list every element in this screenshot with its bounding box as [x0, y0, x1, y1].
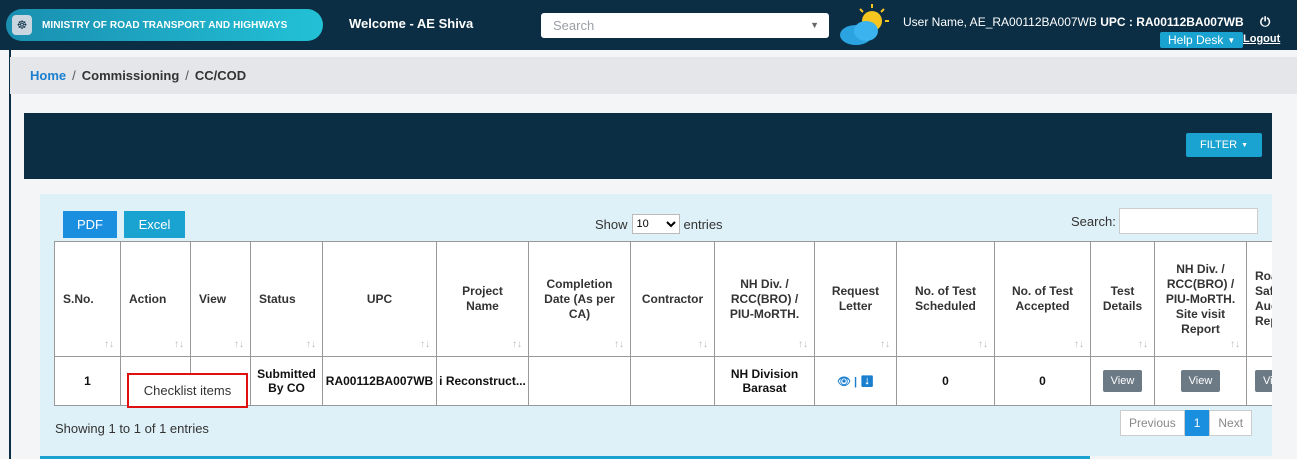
table-header-row: S.No. ↑↓ Action ↑↓ View ↑↓ Status ↑↓ UPC ↑↓ P… — [54, 241, 1272, 357]
col-project-name[interactable]: Project Name ↑↓ — [436, 241, 529, 357]
cell-request-letter: 👁 | ⬇ — [814, 356, 897, 406]
national-emblem-icon: ☸ — [12, 15, 32, 35]
helpdesk-label: Help Desk — [1168, 33, 1224, 47]
upc-code: UPC : RA00112BA007WB — [1100, 15, 1244, 29]
filter-button[interactable]: FILTER ▼ — [1186, 133, 1262, 157]
sort-icon[interactable]: ↑↓ — [798, 339, 808, 350]
site-visit-view-button[interactable]: View — [1180, 370, 1221, 392]
breadcrumb-commissioning: Commissioning — [81, 68, 180, 83]
col-view[interactable]: View ↑↓ — [190, 241, 251, 357]
previous-button[interactable]: Previous — [1120, 410, 1185, 436]
filter-label: FILTER — [1199, 139, 1238, 151]
excel-export-button[interactable]: Excel — [124, 211, 185, 238]
sort-icon[interactable]: ↑↓ — [1074, 339, 1084, 350]
sort-icon[interactable]: ↑↓ — [880, 339, 890, 350]
breadcrumb-home[interactable]: Home — [30, 68, 66, 83]
col-upc[interactable]: UPC ↑↓ — [322, 241, 437, 357]
sort-icon[interactable]: ↑↓ — [978, 339, 988, 350]
cell-status: Submitted By CO — [250, 356, 323, 406]
col-road-safety-audit[interactable]: Road Safety Audit Report — [1246, 241, 1272, 357]
page-1-button[interactable]: 1 — [1184, 410, 1210, 436]
caret-down-icon: ▼ — [1241, 141, 1248, 149]
cell-nh-division: NH Division Barasat — [714, 356, 815, 406]
breadcrumb-cc-cod: CC/COD — [194, 68, 247, 83]
col-request-letter[interactable]: Request Letter ↑↓ — [814, 241, 897, 357]
col-site-visit-report[interactable]: NH Div. / RCC(BRO) / PIU-MoRTH. Site vis… — [1154, 241, 1247, 357]
cell-upc: RA00112BA007WB — [322, 356, 437, 406]
user-name: User Name, AE_RA00112BA007WB — [903, 15, 1097, 29]
cell-site-visit-report: View — [1154, 356, 1247, 406]
entries-label: entries — [683, 216, 723, 232]
welcome-text: Welcome - AE Shiva — [349, 16, 474, 31]
col-tests-scheduled[interactable]: No. of Test Scheduled ↑↓ — [896, 241, 995, 357]
ministry-name: MINISTRY OF ROAD TRANSPORT AND HIGHWAYS — [42, 19, 288, 31]
table-search-label: Search: — [1071, 214, 1116, 229]
cell-test-details: View — [1090, 356, 1155, 406]
helpdesk-button[interactable]: Help Desk ▼ — [1160, 32, 1244, 48]
col-nh-division[interactable]: NH Div. / RCC(BRO) / PIU-MoRTH. ↑↓ — [714, 241, 815, 357]
cell-tests-accepted: 0 — [994, 356, 1091, 406]
col-action[interactable]: Action ↑↓ — [120, 241, 191, 357]
col-test-details[interactable]: Test Details ↑↓ — [1090, 241, 1155, 357]
breadcrumb-separator: / — [185, 68, 189, 83]
entries-select[interactable]: 10 — [631, 214, 680, 234]
sort-icon[interactable]: ↑↓ — [512, 339, 522, 350]
pagination: Previous 1 Next — [1120, 410, 1253, 436]
col-contractor[interactable]: Contractor ↑↓ — [630, 241, 715, 357]
logout-link[interactable]: Logout — [1243, 33, 1280, 45]
breadcrumb-separator: / — [72, 68, 76, 83]
ministry-banner[interactable]: ☸ MINISTRY OF ROAD TRANSPORT AND HIGHWAY… — [6, 9, 323, 41]
user-info: User Name, AE_RA00112BA007WB UPC : RA001… — [903, 15, 1244, 29]
sort-icon[interactable]: ↑↓ — [1138, 339, 1148, 350]
col-sno[interactable]: S.No. ↑↓ — [54, 241, 121, 357]
sort-icon[interactable]: ↑↓ — [104, 339, 114, 350]
search-input[interactable] — [551, 17, 810, 34]
chevron-down-icon[interactable]: ▼ — [810, 20, 819, 30]
power-icon[interactable]: ⏻ — [1260, 14, 1270, 30]
cell-contractor — [630, 356, 715, 406]
breadcrumb: Home / Commissioning / CC/COD — [10, 57, 1297, 94]
caret-down-icon: ▼ — [1227, 35, 1236, 45]
cell-sno: 1 — [54, 356, 121, 406]
sort-icon[interactable]: ↑↓ — [306, 339, 316, 350]
pdf-export-button[interactable]: PDF — [63, 211, 117, 238]
cell-tests-scheduled: 0 — [896, 356, 995, 406]
filter-panel — [24, 113, 1272, 179]
cell-road-safety-audit: View — [1246, 356, 1272, 406]
audit-view-button[interactable]: View — [1255, 370, 1272, 392]
col-tests-accepted[interactable]: No. of Test Accepted ↑↓ — [994, 241, 1091, 357]
table-info: Showing 1 to 1 of 1 entries — [55, 421, 209, 436]
view-download-icon[interactable]: 👁 | ⬇ — [837, 376, 874, 388]
table-search-input[interactable] — [1119, 208, 1258, 234]
global-search[interactable]: ▼ — [541, 13, 829, 38]
next-button[interactable]: Next — [1209, 410, 1253, 436]
col-status[interactable]: Status ↑↓ — [250, 241, 323, 357]
entries-length: Show 10 entries — [595, 214, 723, 234]
sidebar-edge — [9, 50, 11, 459]
checklist-items-menu[interactable]: Checklist items — [127, 373, 248, 408]
weather-icon — [840, 4, 889, 45]
sort-icon[interactable]: ↑↓ — [614, 339, 624, 350]
cell-completion-date — [528, 356, 631, 406]
cell-project-name: i Reconstruct... — [436, 356, 529, 406]
col-completion-date[interactable]: Completion Date (As per CA) ↑↓ — [528, 241, 631, 357]
show-label: Show — [595, 216, 628, 232]
sort-icon[interactable]: ↑↓ — [420, 339, 430, 350]
sort-icon[interactable]: ↑↓ — [234, 339, 244, 350]
sort-icon[interactable]: ↑↓ — [1230, 339, 1240, 350]
sort-icon[interactable]: ↑↓ — [174, 339, 184, 350]
test-details-view-button[interactable]: View — [1102, 370, 1143, 392]
sort-icon[interactable]: ↑↓ — [698, 339, 708, 350]
